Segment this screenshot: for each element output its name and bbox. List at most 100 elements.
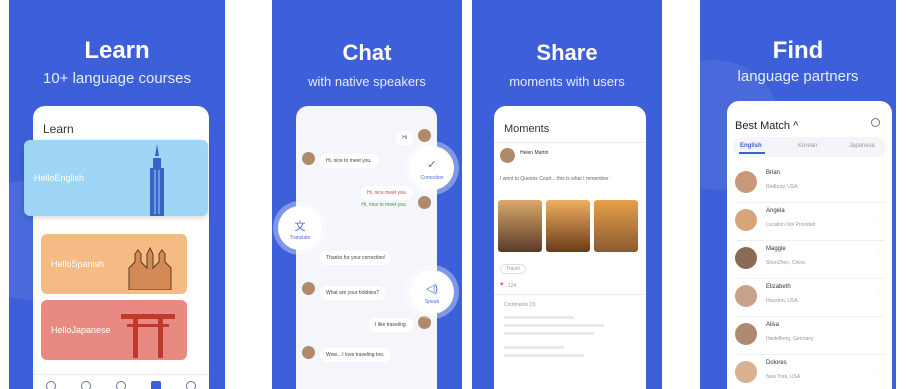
find-title: Find [772,37,824,64]
chat-icon[interactable]: ◌ [877,289,881,295]
partner-name: Maggie [766,246,786,252]
chat-bubble: Wow... I love traveling too. [320,348,391,362]
partner-name: Angela [766,208,785,214]
avatar [735,171,757,193]
list-item[interactable]: Brian Redbury, USA ◌ [735,165,885,203]
bottom-nav [33,374,209,389]
learn-panel: Learn 10+ language courses Learn HelloSp… [9,0,225,389]
avatar [735,285,757,307]
skyscraper-icon [150,144,164,216]
list-item[interactable]: Elizabeth Houston, USA ◌ [735,279,885,317]
avatar [735,247,757,269]
course-label: HelloSpanish [51,259,105,269]
moment-tag[interactable]: Travel [500,264,526,274]
find-panel: Find language partners Best Match ^ Engl… [700,0,896,389]
partner-location: Houston, USA [766,298,798,304]
course-label: HelloEnglish [34,173,85,183]
cathedral-icon [128,246,172,290]
chat-icon[interactable]: ◌ [877,175,881,181]
partner-location: ShenZhen, China [766,260,805,266]
partner-location: Redbury, USA [766,184,798,190]
translate-label: Translate [289,235,311,241]
avatar [302,282,315,295]
chat-bubble: I like traveling. [369,318,413,332]
learn-title: Learn [84,37,150,64]
course-hellojapanese[interactable]: HelloJapanese [41,300,187,360]
chat-icon[interactable]: ◌ [877,213,881,219]
nav-explore-icon[interactable] [80,380,91,389]
course-label: HelloJapanese [51,325,111,335]
best-match-card: Best Match ^ English Korean Japanese Bri… [727,101,892,389]
avatar [418,316,431,329]
list-item[interactable]: Angela Location Not Provided ◌ [735,203,885,241]
avatar [735,209,757,231]
speak-label: Speak [424,299,440,305]
tab-english[interactable]: English [740,143,762,149]
moment-photo[interactable] [546,200,590,252]
partner-name: Elizabeth [766,284,791,290]
share-title: Share [536,40,598,65]
translate-button[interactable]: 文 Translate [278,206,322,250]
tab-korean[interactable]: Korean [798,143,817,149]
nav-learn-icon[interactable] [151,380,162,389]
moments-card: Moments Helen Martin I went to Queens Co… [494,106,646,389]
search-icon[interactable] [871,118,880,127]
learn-subtitle: 10+ language courses [42,70,192,87]
partner-name: Dolores [766,360,787,366]
course-hellospanish[interactable]: HelloSpanish [41,234,187,294]
chat-bubble: Hi [396,131,413,145]
chat-icon[interactable]: ◌ [877,365,881,371]
nav-search-icon[interactable] [115,380,126,389]
comments-label: Comments (3) [504,302,536,308]
nav-home-icon[interactable] [45,380,56,389]
list-item[interactable]: Alisa Heidelberg, Germany ◌ [735,317,885,355]
chat-subtitle: with native speakers [308,74,426,89]
tab-japanese[interactable]: Japanese [849,143,875,149]
chat-title: Chat [342,40,392,65]
course-helloenglish[interactable]: HelloEnglish [24,140,208,216]
heart-icon[interactable]: ♥ [500,282,504,288]
moment-text: I went to Queens Court... this is what I… [500,176,609,182]
avatar [302,152,315,165]
check-icon: ✓ [427,159,437,171]
correction-button[interactable]: ✓ Correction [410,146,454,190]
moments-header: Moments [504,123,550,135]
partner-location: Heidelberg, Germany [766,336,814,342]
avatar [735,323,757,345]
chevron-up-icon: ^ [793,120,799,132]
chat-panel: Chat with native speakers Hi Hi, nice to… [272,0,462,389]
share-subtitle: moments with users [509,74,625,89]
partner-location: Location Not Provided [766,222,816,228]
partner-name: Brian [766,170,781,176]
like-count: 124 [508,283,517,289]
partner-location: New York, USA [766,374,801,380]
avatar [735,361,757,383]
best-match-header[interactable]: Best Match ^ [735,120,798,132]
correction-label: Correction [420,175,444,181]
chat-icon[interactable]: ◌ [877,327,881,333]
chat-bubble: What are your hobbies? [320,286,386,300]
learn-header: Learn [43,122,74,136]
share-panel: Share moments with users Moments Helen M… [472,0,662,389]
avatar [302,346,315,359]
avatar [500,148,515,163]
moment-username: Helen Martin [520,150,549,156]
chat-bubble: Hi, nice to meet you. [320,154,378,168]
list-item[interactable]: Maggie ShenZhen, China ◌ [735,241,885,279]
translate-icon: 文 [294,221,306,233]
chat-bubble: Thanks for your correction! [320,251,392,265]
avatar [418,129,431,142]
torii-gate-icon [121,314,175,358]
moment-photo[interactable] [498,200,542,252]
partner-name: Alisa [766,322,780,328]
nav-profile-icon[interactable] [186,380,197,389]
list-item[interactable]: Dolores New York, USA ◌ [735,355,885,389]
speaker-icon: ◁) [425,283,439,295]
avatar [418,196,431,209]
speak-button[interactable]: ◁) Speak [410,270,454,314]
chat-bubble: Hi, nice to meet you. [361,202,407,208]
chat-card: Hi Hi, nice to meet you. Hi, nice meet y… [296,106,437,389]
chat-icon[interactable]: ◌ [877,251,881,257]
moment-photo[interactable] [594,200,638,252]
find-subtitle: language partners [737,68,859,85]
